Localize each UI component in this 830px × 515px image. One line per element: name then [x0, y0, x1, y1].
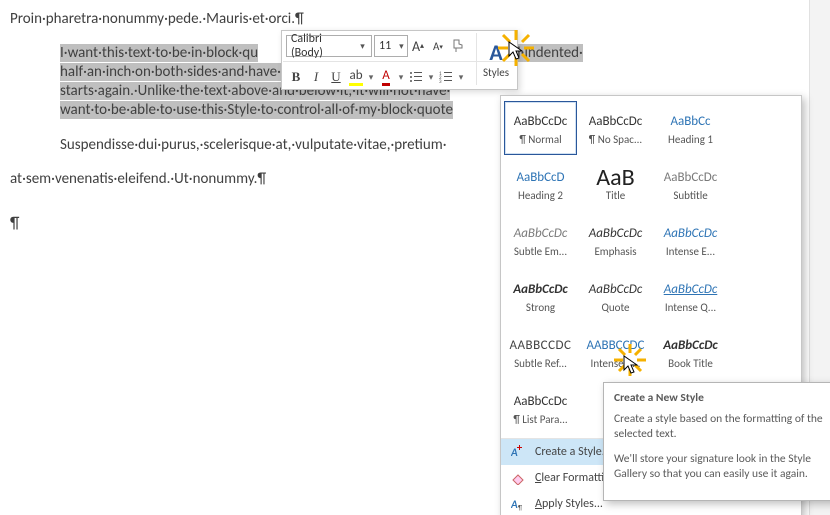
style-preview: AaBbCcDc — [514, 391, 568, 413]
style-preview: AaBbCcDc — [514, 111, 568, 133]
format-painter-icon[interactable] — [448, 36, 468, 56]
page: Proin·pharetra·nonummy·pede.·Mauris·et·o… — [0, 0, 830, 515]
mini-toolbar: Calibri (Body)▾ 11▾ A▴ A▾ B I U ab ▾ A ▾… — [281, 30, 518, 90]
style-item[interactable]: AaBbCcDc¶ Normal — [504, 101, 577, 155]
styles-button[interactable]: A Styles — [476, 33, 515, 85]
chevron-down-icon[interactable]: ▾ — [396, 67, 406, 87]
eraser-icon — [511, 471, 529, 485]
style-item[interactable]: AaBbCcHeading 1 — [654, 101, 727, 155]
style-label: Emphasis — [594, 245, 636, 258]
bold-button[interactable]: B — [286, 67, 306, 87]
bullets-button[interactable] — [406, 67, 426, 87]
grow-font-icon[interactable]: A▴ — [408, 36, 428, 56]
style-preview: AaBbCcDc — [589, 279, 643, 301]
create-style-icon: A — [511, 445, 529, 459]
style-preview: AaBbCcD — [516, 167, 564, 189]
font-color-button[interactable]: A — [376, 67, 396, 87]
styles-label: Styles — [483, 66, 509, 79]
style-label: Quote — [601, 301, 629, 314]
italic-button[interactable]: I — [306, 67, 326, 87]
style-item[interactable]: AABBCCDCSubtle Ref... — [504, 325, 577, 379]
underline-button[interactable]: U — [326, 67, 346, 87]
style-label: Strong — [526, 301, 555, 314]
style-preview: AaBbCcDc — [589, 223, 643, 245]
style-preview: AaB — [596, 167, 634, 189]
style-item[interactable]: AaBbCcDc¶ No Spac... — [579, 101, 652, 155]
styles-icon: A — [489, 39, 502, 66]
style-preview: AaBbCcDc — [513, 279, 568, 301]
style-item[interactable]: AaBTitle — [579, 157, 652, 211]
style-label: Intense E... — [666, 245, 715, 258]
tooltip: Create a New Style Create a style based … — [603, 382, 830, 501]
font-name-combo[interactable]: Calibri (Body)▾ — [286, 35, 372, 57]
style-item[interactable]: AABBCCDCIntense R... — [579, 325, 652, 379]
apply-styles-icon: A¶ — [511, 497, 529, 511]
style-label: Subtle Em... — [514, 245, 567, 258]
tooltip-title: Create a New Style — [614, 391, 826, 406]
svg-text:3: 3 — [439, 79, 442, 83]
style-item[interactable]: AaBbCcDcSubtle Em... — [504, 213, 577, 267]
style-item[interactable]: AaBbCcDcSubtitle — [654, 157, 727, 211]
style-label: Intense R... — [591, 357, 641, 370]
paragraph[interactable]: Proin·pharetra·nonummy·pede.·Mauris·et·o… — [0, 10, 830, 28]
style-preview: AaBbCcDc — [589, 111, 643, 133]
style-item[interactable]: AaBbCcDc¶ List Para... — [504, 381, 577, 435]
svg-text:A: A — [511, 446, 518, 459]
style-preview: AaBbCcDc — [664, 223, 718, 245]
shrink-font-icon[interactable]: A▾ — [428, 36, 448, 56]
style-item[interactable]: AaBbCcDcEmphasis — [579, 213, 652, 267]
tooltip-text: We'll store your signature look in the S… — [614, 452, 826, 482]
chevron-down-icon[interactable]: ▾ — [456, 67, 466, 87]
style-label: ¶ No Spac... — [589, 133, 642, 146]
style-label: Heading 1 — [668, 133, 713, 146]
chevron-down-icon[interactable]: ▾ — [395, 41, 408, 52]
style-item[interactable]: AaBbCcDcQuote — [579, 269, 652, 323]
svg-text:¶: ¶ — [518, 503, 522, 511]
style-item[interactable]: AaBbCcDHeading 2 — [504, 157, 577, 211]
font-size-combo[interactable]: 11▾ — [374, 35, 408, 57]
style-item[interactable]: AaBbCcDcBook Title — [654, 325, 727, 379]
style-preview: AaBbCcDc — [663, 335, 718, 357]
selected-text[interactable]: I·want·this·text·to·be·in·block·qu — [60, 44, 258, 62]
style-preview: AaBbCcDc — [514, 223, 568, 245]
chevron-down-icon[interactable]: ▾ — [354, 41, 371, 52]
style-item[interactable]: AaBbCcDcStrong — [504, 269, 577, 323]
style-label: Subtitle — [673, 189, 707, 202]
style-label: Heading 2 — [518, 189, 563, 202]
numbering-button[interactable]: 123 — [436, 67, 456, 87]
tooltip-text: Create a style based on the formatting o… — [614, 412, 826, 442]
highlight-button[interactable]: ab — [346, 67, 366, 87]
style-preview: AaBbCc — [670, 111, 710, 133]
style-label: Book Title — [668, 357, 713, 370]
chevron-down-icon[interactable]: ▾ — [366, 67, 376, 87]
style-label: Subtle Ref... — [514, 357, 567, 370]
style-item[interactable]: AaBbCcDcIntense Q... — [654, 269, 727, 323]
style-preview: AaBbCcDc — [664, 279, 718, 301]
svg-text:A: A — [511, 498, 518, 511]
style-label: Title — [606, 189, 626, 202]
style-preview: AABBCCDC — [510, 335, 572, 357]
style-preview: AABBCCDC — [587, 335, 645, 357]
chevron-down-icon[interactable]: ▾ — [426, 67, 436, 87]
style-label: ¶ Normal — [519, 133, 561, 146]
style-label: Intense Q... — [665, 301, 716, 314]
style-preview: AaBbCcDc — [664, 167, 718, 189]
style-item[interactable]: AaBbCcDcIntense E... — [654, 213, 727, 267]
style-label: ¶ List Para... — [513, 413, 567, 426]
